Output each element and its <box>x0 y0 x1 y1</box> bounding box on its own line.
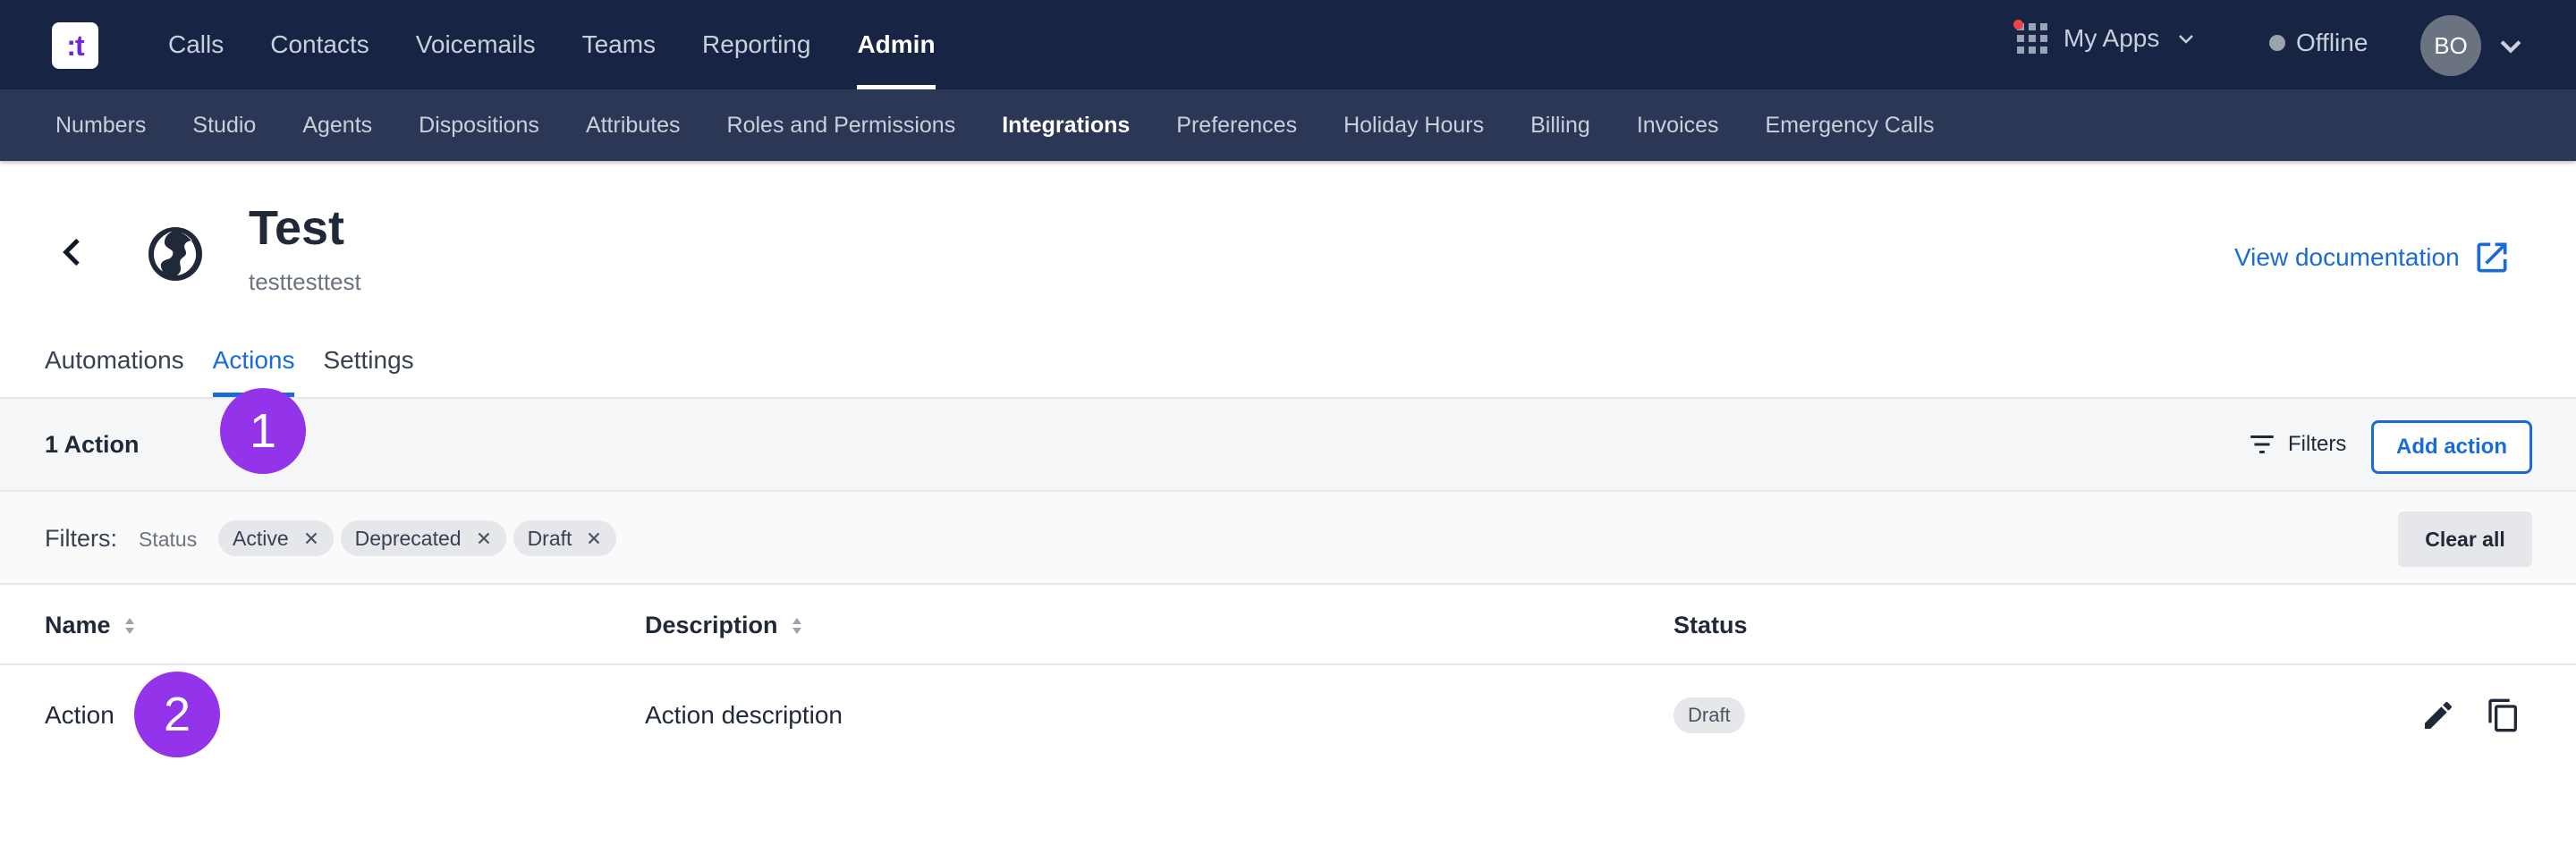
nav-item-teams[interactable]: Teams <box>559 0 679 89</box>
close-icon[interactable] <box>301 528 321 548</box>
apps-grid-icon <box>2013 20 2047 54</box>
column-header-label: Name <box>45 612 111 638</box>
top-nav-bar: :t Calls Contacts Voicemails Teams Repor… <box>0 0 2576 89</box>
filters-button-label: Filters <box>2288 432 2347 456</box>
filter-category: Status <box>139 528 198 551</box>
nav-item-reporting[interactable]: Reporting <box>679 0 834 89</box>
back-arrow-icon[interactable] <box>55 234 91 270</box>
action-count: 1 Action <box>45 431 140 458</box>
column-header-name[interactable]: Name <box>45 612 136 639</box>
view-documentation-label: View documentation <box>2234 243 2460 271</box>
subnav-billing[interactable]: Billing <box>1530 113 1590 139</box>
filter-chip-label: Draft <box>527 526 572 550</box>
filters-label: Filters: <box>45 525 117 552</box>
filter-chips: Active Deprecated Draft <box>218 520 617 556</box>
nav-item-calls[interactable]: Calls <box>168 0 247 89</box>
filter-icon <box>2250 435 2274 454</box>
active-filters-bar: Filters: Status Active Deprecated Draft … <box>0 492 2576 585</box>
step-marker-1: 1 <box>220 388 306 474</box>
nav-item-voicemails[interactable]: Voicemails <box>393 0 559 89</box>
subnav-numbers[interactable]: Numbers <box>55 113 146 139</box>
page-title: Test <box>249 201 345 255</box>
table-header: Name Description Status <box>0 585 2576 665</box>
my-apps-menu[interactable]: My Apps <box>2013 20 2197 54</box>
filter-chip-deprecated: Deprecated <box>340 520 506 556</box>
subnav-attributes[interactable]: Attributes <box>586 113 681 139</box>
column-header-label: Status <box>1674 612 1748 638</box>
avatar[interactable]: BO <box>2420 15 2481 76</box>
view-documentation-link[interactable]: View documentation <box>2234 238 2512 277</box>
column-header-status: Status <box>1674 612 1748 639</box>
status-badge: Draft <box>1674 697 1745 733</box>
notification-dot <box>2013 20 2023 30</box>
filter-chip-label: Deprecated <box>354 526 462 550</box>
column-header-label: Description <box>645 612 778 638</box>
globe-icon <box>148 227 202 281</box>
tab-settings[interactable]: Settings <box>323 340 413 397</box>
filter-chip-active: Active <box>218 520 334 556</box>
chevron-down-icon <box>2179 35 2194 44</box>
page-subtitle: testtesttest <box>249 268 361 295</box>
main-nav: Calls Contacts Voicemails Teams Reportin… <box>168 0 959 89</box>
column-header-description[interactable]: Description <box>645 612 803 639</box>
subnav-emergency-calls[interactable]: Emergency Calls <box>1766 113 1935 139</box>
subnav-preferences[interactable]: Preferences <box>1176 113 1297 139</box>
subnav-roles-permissions[interactable]: Roles and Permissions <box>727 113 956 139</box>
step-marker-2: 2 <box>134 672 220 757</box>
action-name: Action <box>45 701 114 729</box>
subnav-holiday-hours[interactable]: Holiday Hours <box>1343 113 1484 139</box>
status-label: Offline <box>2296 29 2368 56</box>
subnav-invoices[interactable]: Invoices <box>1637 113 1719 139</box>
copy-icon[interactable] <box>2486 697 2521 733</box>
filter-chip-draft: Draft <box>513 520 617 556</box>
close-icon[interactable] <box>474 528 494 548</box>
filters-button[interactable]: Filters <box>2247 429 2346 460</box>
subnav-agents[interactable]: Agents <box>302 113 372 139</box>
subnav-integrations[interactable]: Integrations <box>1002 113 1130 139</box>
tab-automations[interactable]: Automations <box>45 340 184 397</box>
filter-chip-label: Active <box>233 526 289 550</box>
close-icon[interactable] <box>584 528 604 548</box>
action-description: Action description <box>645 701 843 729</box>
admin-subnav: Numbers Studio Agents Dispositions Attri… <box>0 89 2576 161</box>
sort-icon <box>792 617 801 634</box>
subnav-studio[interactable]: Studio <box>192 113 256 139</box>
external-link-icon <box>2477 242 2507 273</box>
user-menu-chevron-icon[interactable] <box>2496 30 2526 61</box>
nav-item-admin[interactable]: Admin <box>834 0 958 89</box>
integration-tabs: Automations Actions Settings <box>45 340 414 397</box>
app-logo[interactable]: :t <box>52 22 98 69</box>
presence-status[interactable]: Offline <box>2269 29 2368 57</box>
status-dot-icon <box>2269 35 2285 51</box>
edit-pencil-icon[interactable] <box>2420 697 2456 733</box>
my-apps-label: My Apps <box>2063 24 2160 52</box>
subnav-dispositions[interactable]: Dispositions <box>419 113 539 139</box>
nav-item-contacts[interactable]: Contacts <box>247 0 393 89</box>
sort-icon <box>124 617 134 634</box>
clear-all-button[interactable]: Clear all <box>2398 511 2532 567</box>
list-toolbar: 1 Action Filters Add action <box>0 399 2576 492</box>
add-action-button[interactable]: Add action <box>2371 420 2532 474</box>
table-row[interactable]: Action Action description Draft <box>0 665 2576 765</box>
